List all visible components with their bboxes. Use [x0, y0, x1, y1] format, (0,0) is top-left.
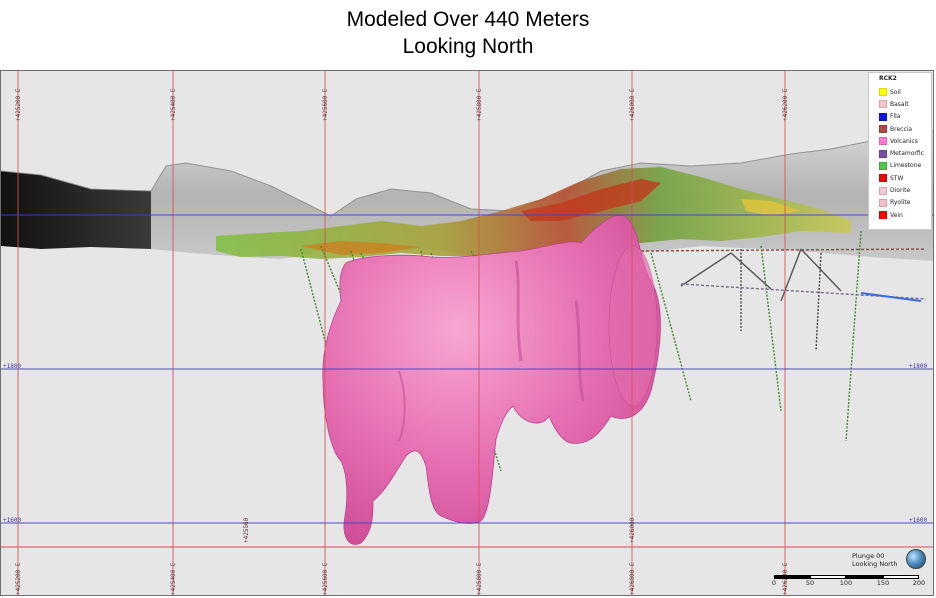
inner-grid-label: +426000	[629, 517, 636, 543]
elevation-label-left: +1600	[3, 517, 22, 524]
elevation-label-right: +1800	[909, 363, 928, 370]
title-line-2: Looking North	[402, 35, 534, 58]
legend-item: Metamorfic	[879, 147, 924, 159]
title-line-1: Modeled Over 440 Meters	[346, 8, 590, 31]
legend-swatch	[879, 88, 887, 97]
legend-item: Soil	[879, 86, 924, 98]
legend-label: Diorite	[890, 187, 911, 195]
easting-label-bottom: +425800 E	[476, 562, 483, 595]
elevation-label-left: +1800	[3, 363, 22, 370]
legend-label: Limestone	[890, 162, 922, 170]
inner-grid-label: +425560	[243, 517, 250, 543]
easting-label-bottom: +425600 E	[322, 562, 329, 595]
legend-swatch	[879, 161, 887, 170]
legend-label: Basalt	[890, 100, 909, 108]
legend-item: Basalt	[879, 98, 924, 110]
scale-tick: 50	[805, 579, 815, 587]
easting-label-top: +425200 E	[15, 88, 22, 121]
legend-swatch	[879, 100, 887, 109]
legend-swatch	[879, 125, 887, 134]
legend-swatch	[879, 174, 887, 183]
easting-label-top: +425600 E	[322, 88, 329, 121]
elevation-label-right: +1600	[909, 517, 928, 524]
legend-title: RCK2	[879, 75, 897, 82]
easting-label-top: +426000 E	[629, 88, 636, 121]
legend-label: Volcanics	[890, 137, 918, 145]
geologic-section-scene	[1, 71, 933, 595]
scale-tick: 0	[771, 579, 777, 587]
easting-label-top: +426200 E	[782, 88, 789, 121]
legend-label: STW	[890, 174, 904, 182]
3d-viewport[interactable]: +425200 E +425400 E +425600 E +425800 E …	[0, 70, 934, 596]
orientation-globe-icon[interactable]	[906, 549, 926, 569]
scale-tick: 150	[876, 579, 890, 587]
easting-label-top: +425400 E	[170, 88, 177, 121]
legend-item: Limestone	[879, 160, 924, 172]
modeled-intrusive-body	[322, 215, 661, 545]
legend-items: Soil Basalt Flla Breccia Volcanics Metam…	[879, 86, 924, 221]
dark-topography-block	[1, 171, 151, 249]
easting-label-top: +425800 E	[476, 88, 483, 121]
easting-label-bottom: +426000 E	[629, 562, 636, 595]
legend-swatch	[879, 112, 887, 121]
legend-item: Volcanics	[879, 135, 924, 147]
legend-swatch	[879, 137, 887, 146]
scale-tick: 100	[839, 579, 853, 587]
view-direction-label: Looking North	[852, 560, 898, 568]
legend-label: Vein	[890, 211, 903, 219]
scale-tick-labels: 0 50 100 150 200	[768, 579, 928, 589]
legend-swatch	[879, 186, 887, 195]
legend-label: Metamorfic	[890, 150, 924, 158]
legend-swatch	[879, 198, 887, 207]
legend-label: Breccia	[890, 125, 913, 133]
easting-label-bottom: +425200 E	[15, 562, 22, 595]
legend-item: Vein	[879, 209, 924, 221]
legend-label: Soil	[890, 88, 901, 96]
lithology-legend: RCK2 Soil Basalt Flla Breccia Volcanics …	[868, 72, 932, 230]
legend-swatch	[879, 211, 887, 220]
scale-tick: 200	[912, 579, 926, 587]
legend-label: Ryolite	[890, 199, 911, 207]
plunge-label: Plunge 00	[852, 552, 885, 560]
scale-and-orientation: Plunge 00 Looking North 0 50 100 150 200	[768, 546, 932, 590]
legend-item: Breccia	[879, 123, 924, 135]
easting-label-bottom: +425400 E	[170, 562, 177, 595]
legend-label: Flla	[890, 113, 901, 121]
figure-title: Modeled Over 440 Meters Looking North	[0, 6, 936, 60]
legend-item: STW	[879, 172, 924, 184]
legend-item: Ryolite	[879, 197, 924, 209]
legend-item: Diorite	[879, 184, 924, 196]
legend-item: Flla	[879, 111, 924, 123]
legend-swatch	[879, 149, 887, 158]
